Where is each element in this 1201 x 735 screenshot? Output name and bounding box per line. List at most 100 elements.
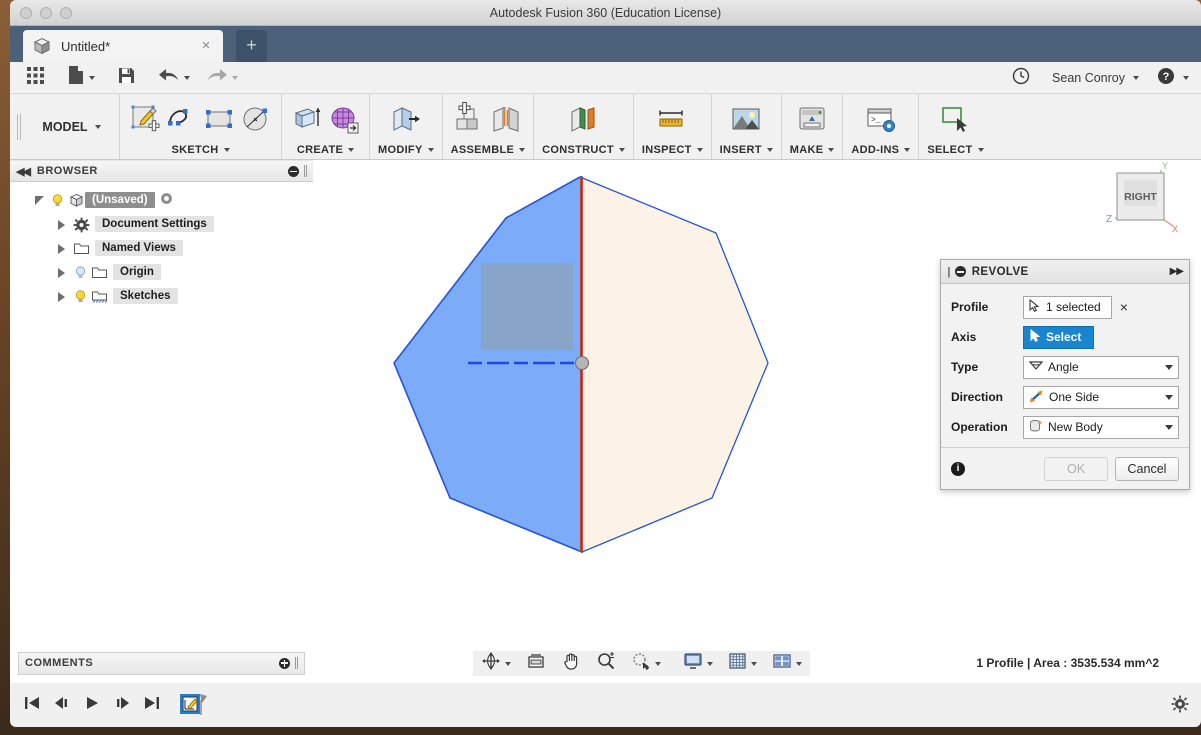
ribbon-group-label-construct[interactable]: CONSTRUCT: [542, 141, 625, 159]
view-cube[interactable]: Y Z X RIGHT: [1093, 160, 1193, 242]
go-to-beginning-icon[interactable]: [22, 694, 42, 717]
display-settings-button[interactable]: [683, 652, 713, 675]
ribbon-group-label-assemble[interactable]: ASSEMBLE: [451, 141, 526, 159]
expander-closed-icon[interactable]: [54, 217, 68, 231]
panel-resize-grip[interactable]: [304, 165, 307, 177]
ribbon-group-label-addins[interactable]: ADD-INS: [851, 141, 911, 159]
timeline-settings-icon[interactable]: [1171, 695, 1189, 718]
collapse-left-icon[interactable]: ◀◀: [16, 165, 31, 178]
zoom-window-button[interactable]: [631, 651, 661, 676]
expander-open-icon[interactable]: [34, 193, 48, 207]
chevron-down-icon[interactable]: [1133, 76, 1139, 80]
orbit-button[interactable]: [481, 651, 511, 676]
new-tab-button[interactable]: +: [236, 30, 267, 62]
chevron-down-icon[interactable]: [796, 661, 802, 666]
help-icon[interactable]: ?: [1157, 67, 1175, 90]
press-pull-icon[interactable]: [389, 102, 423, 136]
app-grid-button[interactable]: [26, 66, 45, 90]
create-sketch-icon[interactable]: [128, 102, 162, 136]
expander-closed-icon[interactable]: [54, 241, 68, 255]
revolve-dialog-header[interactable]: || REVOLVE ▶▶: [941, 260, 1189, 284]
comments-header[interactable]: COMMENTS: [18, 651, 305, 675]
ribbon-group-label-sketch[interactable]: SKETCH: [171, 141, 230, 159]
insert-image-icon[interactable]: [729, 102, 763, 136]
ribbon-grip[interactable]: [10, 94, 24, 159]
operation-dropdown[interactable]: New Body: [1023, 415, 1179, 439]
new-component-icon[interactable]: [452, 102, 486, 136]
type-dropdown[interactable]: Angle: [1023, 355, 1179, 379]
redo-button[interactable]: [206, 66, 238, 89]
minimize-icon[interactable]: [288, 165, 299, 177]
save-button[interactable]: [117, 66, 136, 90]
file-menu-button[interactable]: [67, 65, 95, 90]
offset-plane-icon[interactable]: [566, 102, 600, 136]
minus-circle-icon[interactable]: [954, 266, 966, 277]
extrude-icon[interactable]: [290, 102, 324, 136]
undo-button[interactable]: [158, 66, 190, 89]
clear-selection-icon[interactable]: ×: [1120, 299, 1128, 315]
tree-node-origin[interactable]: Origin: [10, 260, 313, 284]
expand-right-icon[interactable]: ▶▶: [1170, 266, 1184, 277]
3d-canvas[interactable]: Y Z X RIGHT || REVOLVE ▶▶ Profile 1 sele…: [313, 160, 1201, 643]
selected-profile-half[interactable]: [393, 176, 583, 554]
viewports-button[interactable]: [772, 652, 802, 675]
ribbon-group-label-modify[interactable]: MODIFY: [378, 141, 434, 159]
chevron-down-icon[interactable]: [1183, 76, 1189, 80]
document-tab[interactable]: Untitled* ×: [23, 30, 223, 62]
circle-icon[interactable]: [239, 102, 273, 136]
axis-select-button[interactable]: Select: [1023, 325, 1095, 349]
pan-button[interactable]: [561, 651, 581, 676]
chevron-down-icon[interactable]: [655, 661, 661, 666]
fit-button[interactable]: [526, 651, 546, 676]
timeline-feature-sketch[interactable]: [178, 691, 207, 719]
light-bulb-icon[interactable]: [50, 193, 65, 208]
zoom-button[interactable]: [596, 651, 616, 676]
workspace-switcher[interactable]: MODEL: [24, 94, 120, 159]
dialog-drag-grip[interactable]: ||: [947, 266, 950, 278]
info-icon[interactable]: i: [951, 461, 965, 476]
light-bulb-icon[interactable]: [73, 289, 88, 304]
expander-closed-icon[interactable]: [54, 265, 68, 279]
light-bulb-icon[interactable]: [73, 265, 88, 280]
form-icon[interactable]: [327, 102, 361, 136]
play-icon[interactable]: [82, 694, 102, 717]
inner-rectangle-region[interactable]: [481, 263, 573, 350]
rectangle-icon[interactable]: [202, 102, 236, 136]
close-icon[interactable]: ×: [197, 37, 215, 55]
ribbon-group-label-inspect[interactable]: INSPECT: [642, 141, 703, 159]
ribbon-group-label-make[interactable]: MAKE: [790, 141, 835, 159]
visibility-eye-icon[interactable]: [159, 191, 174, 209]
grid-snap-button[interactable]: [728, 652, 757, 675]
chevron-down-icon[interactable]: [707, 661, 713, 666]
expander-closed-icon[interactable]: [54, 289, 68, 303]
cancel-button[interactable]: Cancel: [1115, 456, 1179, 481]
unselected-profile-half[interactable]: [579, 176, 769, 553]
add-comment-icon[interactable]: [279, 657, 290, 669]
tree-node-document-settings[interactable]: Document Settings: [10, 212, 313, 236]
3d-print-icon[interactable]: [795, 102, 829, 136]
tree-node-sketches[interactable]: Sketches: [10, 284, 313, 308]
scripts-addins-icon[interactable]: >_: [864, 102, 898, 136]
profile-selection-field[interactable]: 1 selected: [1023, 295, 1112, 319]
step-back-icon[interactable]: [52, 694, 72, 717]
chevron-down-icon[interactable]: [1165, 364, 1173, 370]
chevron-down-icon[interactable]: [751, 661, 757, 666]
ribbon-group-label-select[interactable]: SELECT: [927, 141, 984, 159]
tree-node-named-views[interactable]: Named Views: [10, 236, 313, 260]
panel-resize-grip[interactable]: [295, 657, 298, 669]
ok-button[interactable]: OK: [1044, 456, 1108, 481]
user-name-label[interactable]: Sean Conroy: [1052, 71, 1125, 85]
measure-icon[interactable]: [655, 102, 689, 136]
joint-icon[interactable]: [489, 102, 523, 136]
step-forward-icon[interactable]: [112, 694, 132, 717]
revolve-dialog[interactable]: || REVOLVE ▶▶ Profile 1 selected × Axis …: [940, 259, 1190, 490]
origin-point[interactable]: [574, 355, 590, 371]
select-icon[interactable]: [938, 102, 972, 136]
chevron-down-icon[interactable]: [1165, 424, 1173, 430]
direction-dropdown[interactable]: One Side: [1023, 385, 1179, 409]
chevron-down-icon[interactable]: [1165, 394, 1173, 400]
ribbon-group-label-create[interactable]: CREATE: [297, 141, 355, 159]
go-to-end-icon[interactable]: [142, 694, 162, 717]
job-status-clock-icon[interactable]: [1012, 67, 1030, 90]
tree-node-unsaved[interactable]: (Unsaved): [10, 188, 313, 212]
